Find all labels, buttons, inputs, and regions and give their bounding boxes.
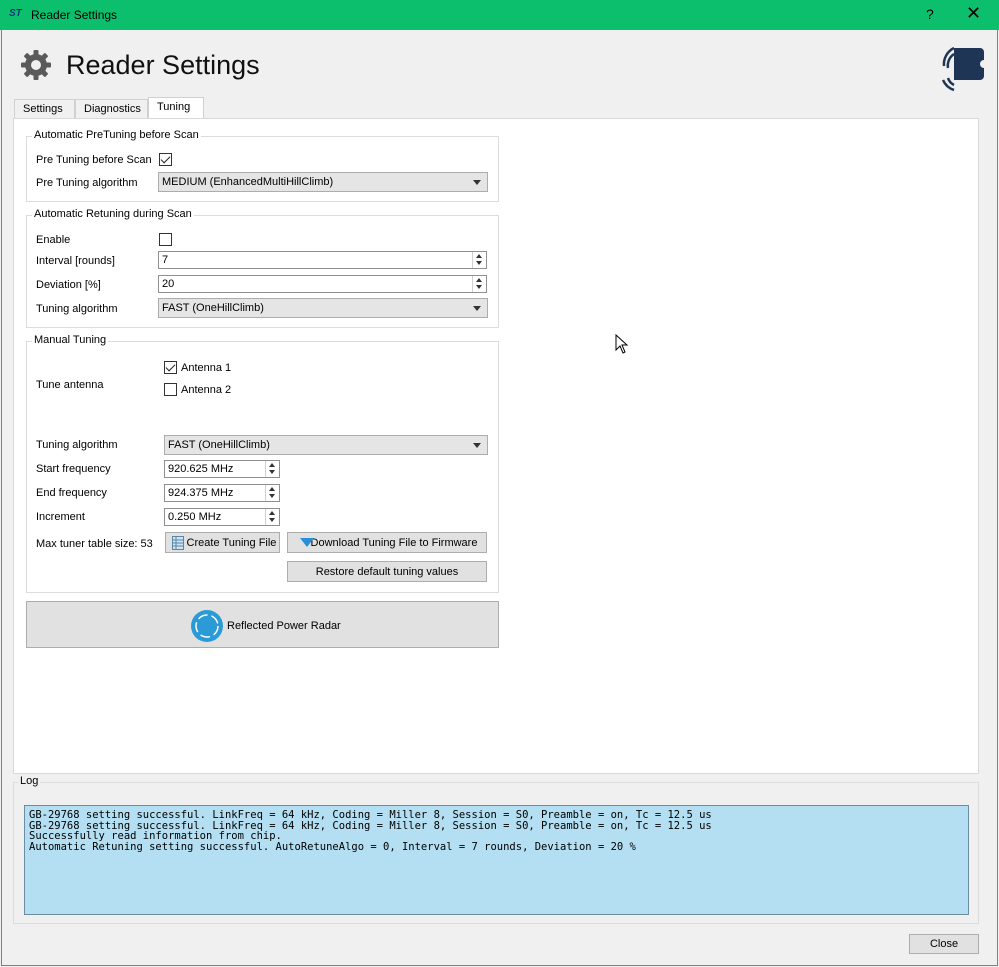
- spin-buttons: [472, 252, 486, 268]
- close-button[interactable]: Close: [909, 934, 979, 954]
- log-group: Log GB-29768 setting successful. LinkFre…: [13, 775, 979, 924]
- mouse-cursor-icon: [615, 334, 629, 354]
- start-frequency-label: Start frequency: [36, 463, 111, 475]
- retuning-enable-label: Enable: [36, 234, 71, 246]
- download-tuning-file-button[interactable]: Download Tuning File to Firmware: [287, 532, 487, 553]
- tune-antenna-label: Tune antenna: [36, 379, 104, 391]
- pretuning-algorithm-select[interactable]: MEDIUM (EnhancedMultiHillClimb): [158, 172, 488, 192]
- antenna1-label: Antenna 1: [181, 362, 232, 374]
- spin-buttons: [472, 276, 486, 292]
- tab-diagnostics[interactable]: Diagnostics: [75, 99, 148, 119]
- manual-tuning-group-title: Manual Tuning: [32, 334, 109, 346]
- download-tuning-file-label: Download Tuning File to Firmware: [310, 537, 478, 549]
- app-logo-icon: ST: [9, 8, 22, 19]
- window-title: Reader Settings: [31, 8, 118, 22]
- tab-settings[interactable]: Settings: [14, 99, 75, 119]
- retuning-interval-label: Interval [rounds]: [36, 255, 115, 267]
- retuning-algorithm-value: FAST (OneHillClimb): [162, 302, 264, 314]
- reflected-power-radar-button[interactable]: Reflected Power Radar: [26, 601, 499, 648]
- retuning-enable-checkbox[interactable]: [159, 233, 172, 246]
- chevron-down-icon: [473, 180, 481, 185]
- pretuning-group-title: Automatic PreTuning before Scan: [32, 129, 201, 141]
- spin-down-icon[interactable]: [269, 518, 275, 522]
- retuning-interval-spinbox[interactable]: 7: [158, 251, 487, 269]
- pretuning-algorithm-value: MEDIUM (EnhancedMultiHillClimb): [162, 176, 334, 188]
- increment-label: Increment: [36, 511, 85, 523]
- radar-icon: [191, 610, 223, 642]
- pretuning-group: Automatic PreTuning before Scan: [26, 129, 499, 202]
- retuning-deviation-spinbox[interactable]: 20: [158, 275, 487, 293]
- reader-logo-icon: [941, 46, 984, 92]
- table-file-icon: [172, 536, 184, 550]
- create-tuning-file-label: Create Tuning File: [186, 537, 277, 549]
- create-tuning-file-button[interactable]: Create Tuning File: [165, 532, 280, 553]
- pretuning-enable-checkbox[interactable]: [159, 153, 172, 166]
- spin-down-icon[interactable]: [269, 494, 275, 498]
- antenna2-label: Antenna 2: [181, 384, 232, 396]
- manual-algorithm-select[interactable]: FAST (OneHillClimb): [164, 435, 488, 455]
- spin-down-icon[interactable]: [476, 261, 482, 265]
- manual-algorithm-label: Tuning algorithm: [36, 439, 118, 451]
- start-frequency-value: 920.625 MHz: [168, 463, 234, 475]
- end-frequency-spinbox[interactable]: 924.375 MHz: [164, 484, 280, 502]
- help-button[interactable]: ?: [926, 6, 934, 22]
- chevron-down-icon: [473, 443, 481, 448]
- retuning-interval-value: 7: [162, 254, 169, 266]
- end-frequency-value: 924.375 MHz: [168, 487, 234, 499]
- end-frequency-label: End frequency: [36, 487, 107, 499]
- reflected-power-radar-label: Reflected Power Radar: [227, 620, 341, 632]
- download-arrow-icon: [300, 538, 314, 547]
- restore-default-tuning-button[interactable]: Restore default tuning values: [287, 561, 487, 582]
- spin-buttons: [265, 485, 279, 501]
- spin-down-icon[interactable]: [476, 285, 482, 289]
- spin-up-icon[interactable]: [269, 463, 275, 467]
- increment-value: 0.250 MHz: [168, 511, 222, 523]
- retuning-algorithm-label: Tuning algorithm: [36, 303, 118, 315]
- chevron-down-icon: [473, 306, 481, 311]
- spin-down-icon[interactable]: [269, 470, 275, 474]
- manual-algorithm-value: FAST (OneHillClimb): [168, 439, 270, 451]
- retuning-deviation-label: Deviation [%]: [36, 279, 101, 291]
- retuning-deviation-value: 20: [162, 278, 175, 290]
- spin-buttons: [265, 509, 279, 525]
- max-table-size-label: Max tuner table size: 53: [36, 538, 153, 550]
- start-frequency-spinbox[interactable]: 920.625 MHz: [164, 460, 280, 478]
- page-title: Reader Settings: [66, 50, 260, 80]
- increment-spinbox[interactable]: 0.250 MHz: [164, 508, 280, 526]
- retuning-group-title: Automatic Retuning during Scan: [32, 208, 194, 220]
- log-output[interactable]: GB-29768 setting successful. LinkFreq = …: [24, 805, 969, 915]
- antenna2-checkbox[interactable]: [164, 383, 177, 396]
- title-bar: ST Reader Settings ? ✕: [0, 0, 999, 30]
- spin-up-icon[interactable]: [476, 254, 482, 258]
- window-close-button[interactable]: ✕: [966, 3, 981, 24]
- gear-icon: [21, 50, 51, 80]
- tab-tuning[interactable]: Tuning: [148, 97, 204, 118]
- pretuning-enable-label: Pre Tuning before Scan: [36, 154, 152, 166]
- spin-buttons: [265, 461, 279, 477]
- antenna1-checkbox[interactable]: [164, 361, 177, 374]
- retuning-algorithm-select[interactable]: FAST (OneHillClimb): [158, 298, 488, 318]
- spin-up-icon[interactable]: [269, 487, 275, 491]
- spin-up-icon[interactable]: [269, 511, 275, 515]
- log-group-title: Log: [18, 775, 41, 787]
- spin-up-icon[interactable]: [476, 278, 482, 282]
- pretuning-algorithm-label: Pre Tuning algorithm: [36, 177, 138, 189]
